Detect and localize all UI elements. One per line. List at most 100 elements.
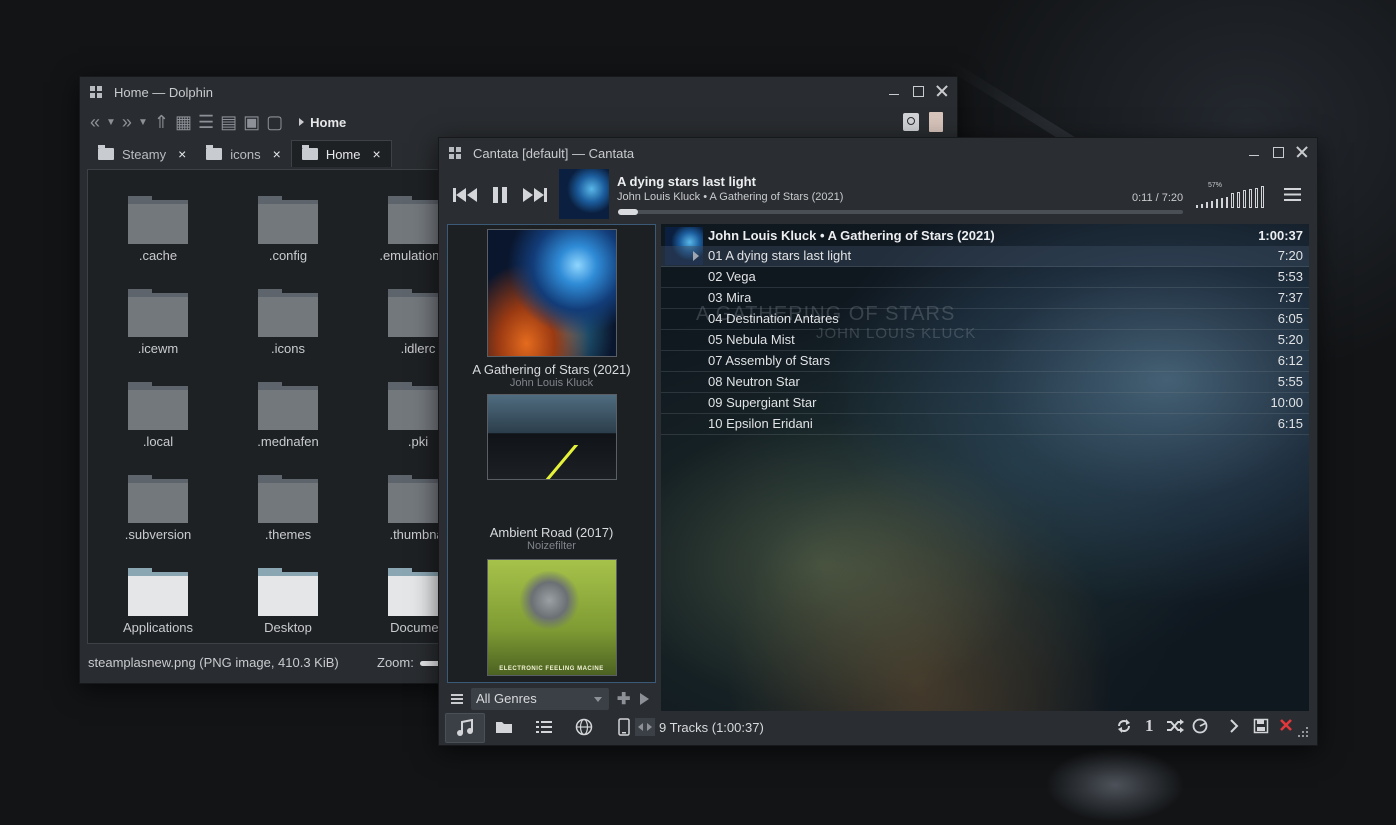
folder-item[interactable]: .idlerc <box>358 289 448 356</box>
volume-control[interactable]: 57% <box>1196 182 1264 208</box>
album-item[interactable]: Ambient Road (2017) Noizefilter <box>448 394 655 552</box>
folder-item[interactable]: .thumbnai <box>358 475 448 542</box>
library-menu-icon[interactable] <box>451 694 463 704</box>
status-text: steamplasnew.png (PNG image, 410.3 KiB) <box>88 655 339 670</box>
album-header-title: John Louis Kluck • A Gathering of Stars … <box>708 228 995 243</box>
library-panel[interactable]: A Gathering of Stars (2021) John Louis K… <box>447 224 656 683</box>
genre-combo[interactable]: All Genres <box>471 688 609 710</box>
tab-icons[interactable]: icons × <box>196 141 291 167</box>
info-panel-icon[interactable] <box>929 112 943 132</box>
track-row[interactable]: 09 Supergiant Star 10:00 <box>661 393 1309 414</box>
track-row[interactable]: 10 Epsilon Eridani 6:15 <box>661 414 1309 435</box>
folder-item[interactable]: .subversion <box>98 475 218 542</box>
minimize-button[interactable] <box>887 84 901 98</box>
maximize-button[interactable] <box>1271 145 1285 159</box>
folder-item[interactable]: .config <box>228 196 348 263</box>
add-icon[interactable]: ✚ <box>617 689 630 709</box>
folder-icon <box>258 289 318 337</box>
back-icon[interactable]: « <box>90 112 100 133</box>
seek-slider[interactable] <box>618 209 1183 215</box>
maximize-button[interactable] <box>911 84 925 98</box>
tab-steamy[interactable]: Steamy × <box>88 141 196 167</box>
folder-name: Applications <box>122 620 194 635</box>
close-button[interactable] <box>1295 145 1309 159</box>
folder-item[interactable]: .mednafen <box>228 382 348 449</box>
album-cover <box>486 229 617 357</box>
volume-bar <box>1261 186 1264 208</box>
next-track-icon[interactable] <box>522 187 548 203</box>
album-item[interactable]: ELECTRONIC FEELING MACINE <box>448 559 655 676</box>
folder-name: .idlerc <box>400 341 436 356</box>
consume-icon[interactable] <box>1192 718 1208 734</box>
window-menu-icon[interactable] <box>449 147 461 159</box>
track-row[interactable]: 03 Mira 7:37 <box>661 288 1309 309</box>
play-icon[interactable] <box>640 693 650 705</box>
folder-item[interactable]: .cache <box>98 196 218 263</box>
album-item[interactable]: A Gathering of Stars (2021) John Louis K… <box>448 229 655 389</box>
play-queue[interactable]: A GATHERING OF STARS JOHN LOUIS KLUCK Jo… <box>661 224 1309 711</box>
folders-tab[interactable] <box>485 713 523 741</box>
cantata-titlebar[interactable]: Cantata [default] — Cantata <box>439 138 1317 168</box>
shuffle-icon[interactable] <box>1166 718 1184 734</box>
folder-item[interactable]: .pki <box>358 382 448 449</box>
track-title: 07 Assembly of Stars <box>708 353 831 368</box>
preview-icon[interactable]: ▣ <box>243 112 260 133</box>
track-row[interactable]: 04 Destination Antares 6:05 <box>661 309 1309 330</box>
up-icon[interactable]: ⇑ <box>154 112 169 133</box>
playlists-tab[interactable] <box>525 713 563 741</box>
folder-name: .config <box>268 248 308 263</box>
zoom-control[interactable]: Zoom: <box>377 655 442 670</box>
breadcrumb[interactable]: Home <box>299 115 346 130</box>
forward-icon[interactable]: » <box>122 112 132 133</box>
clear-icon[interactable] <box>1279 718 1293 732</box>
main-menu-icon[interactable] <box>1284 188 1301 201</box>
split-view-icon[interactable]: ▤ <box>220 112 237 133</box>
previous-track-icon[interactable] <box>453 187 479 203</box>
folder-icon <box>206 145 223 160</box>
tab-scroll-arrows[interactable] <box>635 718 655 736</box>
folder-item[interactable]: Applications <box>98 568 218 635</box>
track-row[interactable]: 01 A dying stars last light 7:20 <box>661 246 1309 267</box>
window-menu-icon[interactable] <box>90 86 102 98</box>
back-menu-chevron-icon[interactable]: ▼ <box>106 117 116 128</box>
minimize-button[interactable] <box>1247 145 1261 159</box>
breadcrumb-home[interactable]: Home <box>310 115 346 130</box>
tab-close-icon[interactable]: × <box>178 146 186 162</box>
tab-close-icon[interactable]: × <box>273 146 281 162</box>
icon-view-icon[interactable]: ▦ <box>175 112 192 133</box>
terminal-icon[interactable]: ▢ <box>266 112 283 133</box>
volume-bar <box>1243 190 1246 208</box>
library-tab[interactable] <box>445 713 485 743</box>
forward-menu-chevron-icon[interactable]: ▼ <box>138 117 148 128</box>
save-icon[interactable] <box>1253 718 1269 734</box>
track-duration: 7:37 <box>1277 290 1303 305</box>
close-button[interactable] <box>935 84 949 98</box>
repeat-icon[interactable] <box>1116 718 1132 734</box>
resize-grip-icon[interactable] <box>1297 726 1309 738</box>
folder-item[interactable]: .emulationsta <box>358 196 448 263</box>
folder-item[interactable]: .local <box>98 382 218 449</box>
folder-name: .local <box>142 434 174 449</box>
tab-home[interactable]: Home × <box>290 140 392 167</box>
file-view[interactable]: .cache .config .emulationsta .icewm .icons .i… <box>87 169 449 644</box>
folder-name: .icewm <box>137 341 179 356</box>
pause-icon[interactable] <box>491 186 509 204</box>
folder-item[interactable]: .icons <box>228 289 348 356</box>
album-total-time: 1:00:37 <box>1258 228 1303 243</box>
search-icon[interactable] <box>903 113 919 131</box>
track-row[interactable]: 02 Vega 5:53 <box>661 267 1309 288</box>
track-row[interactable]: 05 Nebula Mist 5:20 <box>661 330 1309 351</box>
folder-item[interactable]: .themes <box>228 475 348 542</box>
single-icon[interactable]: 1 <box>1145 716 1154 736</box>
forward-icon[interactable] <box>1229 718 1239 734</box>
track-row[interactable]: 08 Neutron Star 5:55 <box>661 372 1309 393</box>
current-album-art[interactable] <box>559 169 609 219</box>
details-view-icon[interactable]: ☰ <box>198 112 214 133</box>
track-row[interactable]: 07 Assembly of Stars 6:12 <box>661 351 1309 372</box>
internet-tab[interactable] <box>565 713 603 741</box>
folder-item[interactable]: .icewm <box>98 289 218 356</box>
folder-item[interactable]: Desktop <box>228 568 348 635</box>
tab-close-icon[interactable]: × <box>373 146 381 162</box>
dolphin-titlebar[interactable]: Home — Dolphin <box>80 77 957 107</box>
folder-item[interactable]: Documen <box>358 568 448 635</box>
